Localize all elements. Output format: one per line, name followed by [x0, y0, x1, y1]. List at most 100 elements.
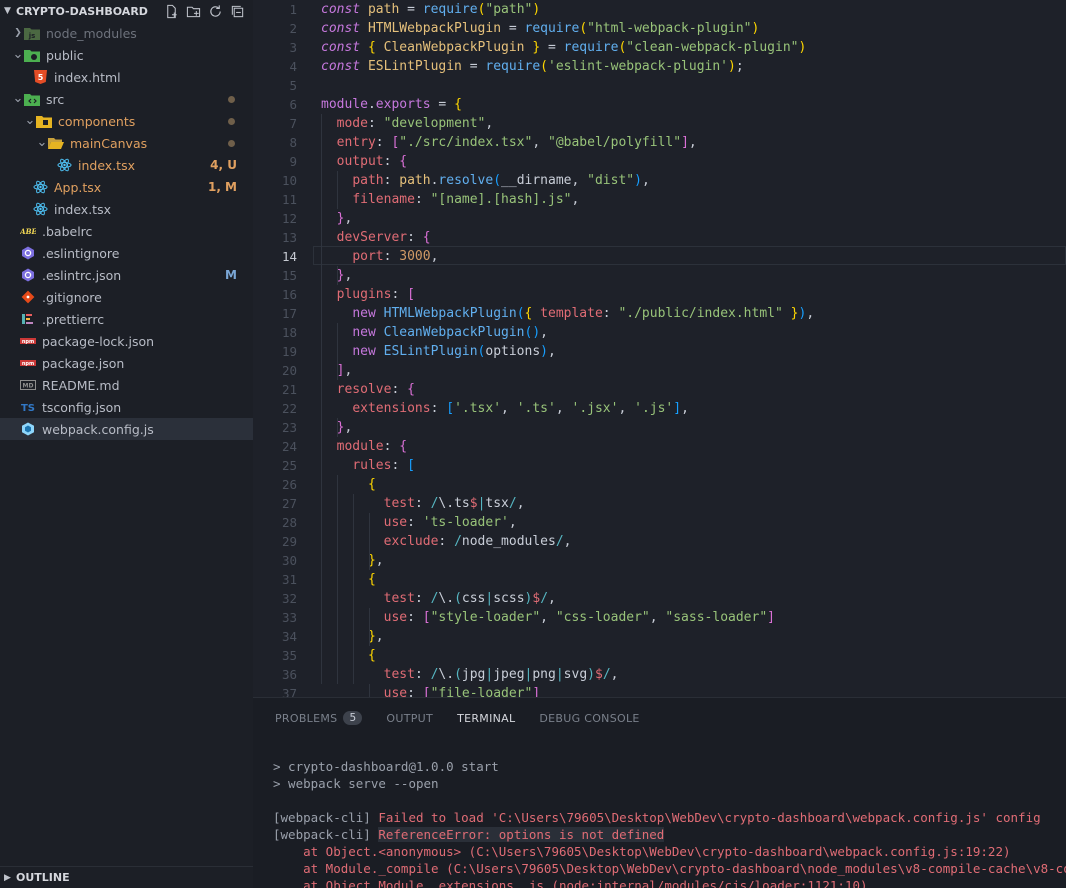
code-token: {	[422, 230, 431, 245]
code-token: ,	[649, 610, 666, 625]
line-number: 19	[281, 344, 297, 359]
tree-item-label: node_modules	[46, 25, 137, 41]
code-token: ,	[430, 249, 439, 264]
file-row[interactable]: index.tsx	[0, 198, 253, 220]
explorer-header[interactable]: ▼ CRYPTO-DASHBOARD	[0, 0, 253, 22]
code-token: /	[540, 591, 549, 606]
chevron-right-icon[interactable]: ❯	[12, 28, 24, 38]
code-token: [	[407, 287, 415, 302]
indent-guide	[369, 684, 370, 697]
terminal-text: at Object.Module._extensions..js (node:i…	[273, 878, 868, 888]
tab-problems[interactable]: PROBLEMS 5	[275, 698, 363, 738]
line-number: 5	[289, 78, 297, 93]
file-row[interactable]: App.tsx 1, M	[0, 176, 253, 198]
code-token: module	[321, 97, 368, 112]
folder-row[interactable]: ⌄ components	[0, 110, 253, 132]
vscode-window: ▼ CRYPTO-DASHBOARD ❯ js node_modules ⌄ publi…	[0, 0, 1066, 888]
code-token: plugins	[336, 287, 392, 302]
code-token: |	[555, 667, 564, 682]
line-number: 8	[289, 135, 297, 150]
code-editor[interactable]: 1 const path = require("path") 2 const HTML…	[253, 0, 1066, 697]
file-row[interactable]: TS tsconfig.json	[0, 396, 253, 418]
file-row[interactable]: MD README.md	[0, 374, 253, 396]
indent-guide	[321, 114, 322, 684]
code-token: {	[399, 154, 408, 169]
chevron-down-icon[interactable]: ⌄	[24, 114, 36, 127]
code-token: [	[422, 610, 431, 625]
file-row[interactable]: BABEL .babelrc	[0, 220, 253, 242]
new-file-icon[interactable]	[164, 4, 179, 19]
code-token: [	[446, 401, 455, 416]
file-row[interactable]: .eslintignore	[0, 242, 253, 264]
tab-output[interactable]: OUTPUT	[386, 698, 433, 738]
explorer-title: CRYPTO-DASHBOARD	[16, 4, 148, 18]
code-token: '.js'	[634, 401, 674, 416]
code-token: ,	[375, 629, 384, 644]
code-token: :	[407, 686, 423, 697]
folder-row[interactable]: ⌄ public	[0, 44, 253, 66]
code-token: png	[532, 667, 556, 682]
code-token: /	[454, 534, 462, 549]
git-status-badge: 1, M	[207, 180, 237, 194]
chevron-down-icon[interactable]: ⌄	[12, 92, 24, 105]
file-row[interactable]: 5 index.html	[0, 66, 253, 88]
line-number: 23	[281, 420, 297, 435]
code-token: '.jsx'	[571, 401, 619, 416]
folder-row[interactable]: ⌄ src	[0, 88, 253, 110]
code-token: (	[540, 59, 548, 74]
tab-terminal[interactable]: TERMINAL	[457, 698, 515, 738]
file-row[interactable]: webpack.config.js	[0, 418, 253, 440]
chevron-down-icon[interactable]: ▼	[4, 6, 16, 16]
code-token: "./public/index.html"	[618, 306, 783, 321]
file-row[interactable]: .gitignore	[0, 286, 253, 308]
code-token: tsx	[485, 496, 509, 511]
code-token: "@babel/polyfill"	[548, 135, 682, 150]
line-number: 37	[281, 686, 297, 697]
code-line: filename: "[name].[hash].js",	[321, 190, 579, 209]
code-token: resolve	[336, 382, 392, 397]
code-token: ,	[555, 401, 572, 416]
code-token: entry	[336, 135, 376, 150]
code-line: use: ["style-loader", "css-loader", "sas…	[321, 608, 775, 627]
webpack-icon	[20, 422, 36, 436]
code-line: module: {	[321, 437, 407, 456]
file-row[interactable]: index.tsx 4, U	[0, 154, 253, 176]
react-icon	[56, 158, 72, 172]
code-token: :	[430, 401, 447, 416]
code-token: __dirname,	[501, 173, 588, 188]
file-row[interactable]: npm package-lock.json	[0, 330, 253, 352]
tab-debug-console[interactable]: DEBUG CONSOLE	[539, 698, 639, 738]
code-token: $	[594, 667, 603, 682]
outline-header[interactable]: ▶ OUTLINE	[0, 866, 253, 888]
code-token: )	[540, 344, 548, 359]
line-number: 1	[289, 2, 297, 17]
chevron-down-icon[interactable]: ⌄	[12, 48, 24, 61]
code-token: svg	[563, 667, 588, 682]
terminal-line: at Object.<anonymous> (C:\Users\79605\De…	[273, 843, 1066, 860]
file-row[interactable]: .prettierrc	[0, 308, 253, 330]
line-number: 16	[281, 287, 297, 302]
file-row[interactable]: .eslintrc.json M	[0, 264, 253, 286]
folder-row[interactable]: ⌄ mainCanvas	[0, 132, 253, 154]
code-token: mode	[336, 116, 368, 131]
code-token: use	[383, 515, 408, 530]
chevron-down-icon[interactable]: ⌄	[36, 136, 48, 149]
tab-label: TERMINAL	[457, 711, 516, 725]
folder-row[interactable]: ❯ js node_modules	[0, 22, 253, 44]
chevron-right-icon[interactable]: ▶	[4, 873, 16, 883]
code-token: filename	[352, 192, 415, 207]
code-line: path: path.resolve(__dirname, "dist"),	[321, 171, 649, 190]
file-row[interactable]: npm package.json	[0, 352, 253, 374]
new-folder-icon[interactable]	[186, 4, 201, 19]
indent-guide	[337, 171, 338, 209]
eslint-icon	[20, 268, 36, 282]
collapse-all-icon[interactable]	[230, 4, 245, 19]
terminal-output[interactable]: > crypto-dashboard@1.0.0 start > webpack …	[273, 758, 1066, 888]
explorer-actions	[164, 4, 253, 19]
code-line: resolve: {	[321, 380, 415, 399]
refresh-icon[interactable]	[208, 4, 223, 19]
